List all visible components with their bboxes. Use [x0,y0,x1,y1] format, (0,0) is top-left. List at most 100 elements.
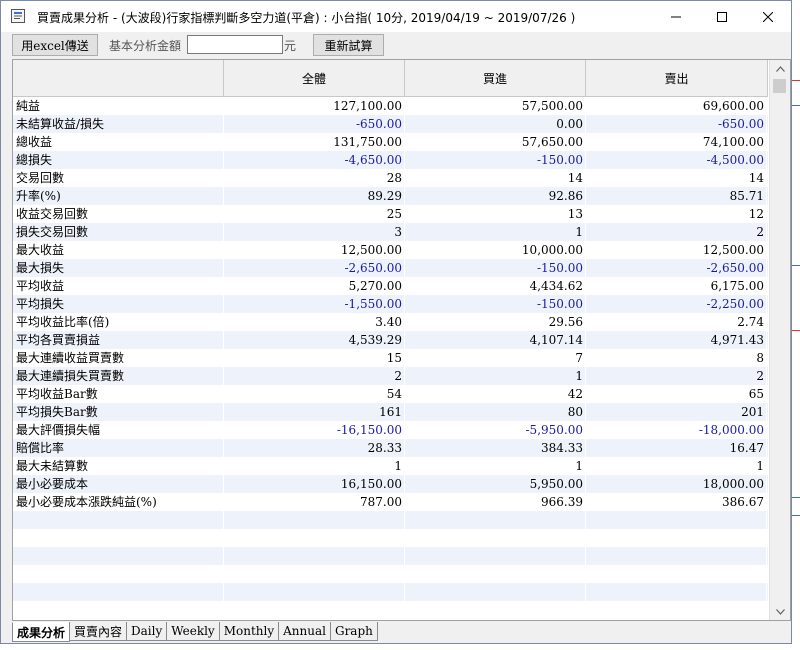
table-row[interactable]: 最大連續收益買賣數 15 7 8 [13,349,768,367]
value-buy: 13 [405,205,586,223]
table-row[interactable]: 平均各買賣損益 4,539.29 4,107.14 4,971.43 [13,331,768,349]
row-label: 交易回數 [13,169,224,187]
value-total: 1 [224,457,405,475]
table-row[interactable]: 最大連續損失買賣數 2 1 2 [13,367,768,385]
value-sell: 69,600.00 [586,97,767,115]
value-total: 161 [224,403,405,421]
value-sell: 16.47 [586,439,767,457]
value-buy [405,565,586,583]
value-sell: 85.71 [586,187,767,205]
row-label: 最小必要成本漲跌純益(%) [13,493,224,511]
row-label: 賠償比率 [13,439,224,457]
value-total [224,547,405,565]
value-buy: 384.33 [405,439,586,457]
tab-trades[interactable]: 買賣內容 [69,622,128,641]
value-sell: 2 [586,367,767,385]
value-sell: 386.67 [586,493,767,511]
value-buy: -150.00 [405,295,586,313]
table-row[interactable]: 升率(%) 89.29 92.86 85.71 [13,187,768,205]
value-total: 16,150.00 [224,475,405,493]
row-label: 最大未結算數 [13,457,224,475]
value-buy: 42 [405,385,586,403]
table-row[interactable]: 收益交易回數 25 13 12 [13,205,768,223]
value-sell: 201 [586,403,767,421]
value-total: 4,539.29 [224,331,405,349]
value-total: 3.40 [224,313,405,331]
table-row[interactable]: 最大損失 -2,650.00 -150.00 -2,650.00 [13,259,768,277]
value-buy: -150.00 [405,151,586,169]
value-buy: 10,000.00 [405,241,586,259]
table-row[interactable] [13,583,768,601]
value-sell: 8 [586,349,767,367]
table-row[interactable] [13,511,768,529]
row-label: 收益交易回數 [13,205,224,223]
row-label: 平均損失Bar數 [13,403,224,421]
value-total: 89.29 [224,187,405,205]
table-row[interactable]: 最小必要成本 16,150.00 5,950.00 18,000.00 [13,475,768,493]
vertical-scrollbar[interactable] [769,60,790,620]
row-label [13,529,224,547]
header-cell-blank [13,60,224,97]
close-button[interactable] [745,1,791,32]
scroll-thumb[interactable] [773,79,786,93]
amount-input[interactable] [187,35,283,54]
value-total: 3 [224,223,405,241]
table-row[interactable]: 賠償比率 28.33 384.33 16.47 [13,439,768,457]
value-sell: -2,650.00 [586,259,767,277]
value-buy: -5,950.00 [405,421,586,439]
table-row[interactable]: 平均收益比率(倍) 3.40 29.56 2.74 [13,313,768,331]
table-row[interactable]: 最大評價損失幅 -16,150.00 -5,950.00 -18,000.00 [13,421,768,439]
tab-annual[interactable]: Annual [278,622,331,641]
results-grid: 全體 買進 賣出 純益 127,100.00 57,500.00 69,600.00 未… [12,59,791,621]
table-row[interactable]: 最大未結算數 1 1 1 [13,457,768,475]
table-row[interactable]: 平均損失Bar數 161 80 201 [13,403,768,421]
value-buy: 80 [405,403,586,421]
maximize-button[interactable] [699,1,745,32]
tab-weekly[interactable]: Weekly [166,622,220,641]
row-label: 平均損失 [13,295,224,313]
table-row[interactable] [13,529,768,547]
tab-daily[interactable]: Daily [126,622,168,641]
value-sell: -2,250.00 [586,295,767,313]
value-total: -16,150.00 [224,421,405,439]
table-row[interactable]: 損失交易回數 3 1 2 [13,223,768,241]
table-row[interactable]: 平均收益Bar數 54 42 65 [13,385,768,403]
value-total: -1,550.00 [224,295,405,313]
header-cell-buy[interactable]: 買進 [405,60,586,97]
table-row[interactable] [13,547,768,565]
value-total: 54 [224,385,405,403]
tab-graph[interactable]: Graph [329,622,378,641]
table-row[interactable]: 純益 127,100.00 57,500.00 69,600.00 [13,97,768,115]
analysis-window: 買賣成果分析 - (大波段)行家指標判斷多空力道(平倉) : 小台指( 10分,… [0,0,792,644]
value-buy: 1 [405,457,586,475]
minimize-button[interactable] [653,1,699,32]
row-label: 損失交易回數 [13,223,224,241]
table-row[interactable]: 最大收益 12,500.00 10,000.00 12,500.00 [13,241,768,259]
scroll-down-button[interactable] [770,603,790,620]
value-buy: 5,950.00 [405,475,586,493]
tab-monthly[interactable]: Monthly [218,622,280,641]
tab-results[interactable]: 成果分析 [12,622,71,642]
chevron-down-icon [775,608,785,615]
table-row[interactable]: 總收益 131,750.00 57,650.00 74,100.00 [13,133,768,151]
header-cell-total[interactable]: 全體 [224,60,405,97]
table-row[interactable]: 最小必要成本漲跌純益(%) 787.00 966.39 386.67 [13,493,768,511]
close-icon [763,11,773,22]
value-total: -650.00 [224,115,405,133]
table-row[interactable]: 交易回數 28 14 14 [13,169,768,187]
table-row[interactable] [13,565,768,583]
value-total: 2 [224,367,405,385]
value-total: 5,270.00 [224,277,405,295]
scroll-up-button[interactable] [770,60,790,77]
value-total [224,583,405,601]
value-total: 131,750.00 [224,133,405,151]
table-row[interactable]: 總損失 -4,650.00 -150.00 -4,500.00 [13,151,768,169]
value-buy: 14 [405,169,586,187]
table-row[interactable]: 未結算收益/損失 -650.00 0.00 -650.00 [13,115,768,133]
value-buy: 1 [405,223,586,241]
export-excel-button[interactable]: 用excel傳送 [12,34,98,56]
table-row[interactable]: 平均損失 -1,550.00 -150.00 -2,250.00 [13,295,768,313]
table-row[interactable]: 平均收益 5,270.00 4,434.62 6,175.00 [13,277,768,295]
header-cell-sell[interactable]: 賣出 [586,60,768,97]
recalculate-button[interactable]: 重新試算 [313,34,384,56]
